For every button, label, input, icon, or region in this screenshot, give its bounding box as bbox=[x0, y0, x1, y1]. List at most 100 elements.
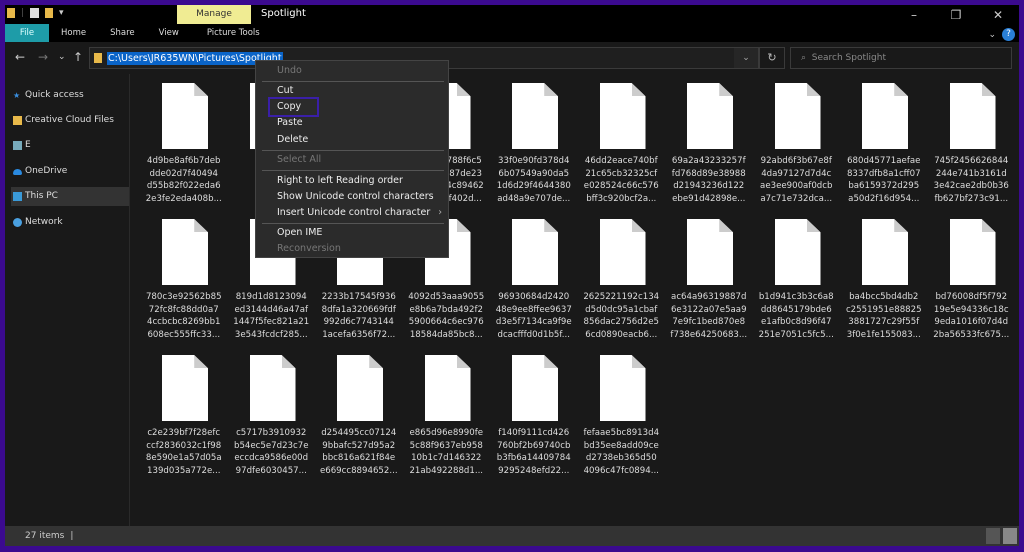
file-item[interactable]: 780c3e92562b85 72fc8fc88dd0a7 4ccbcbc8269b… bbox=[140, 219, 228, 355]
expand-ribbon-icon[interactable]: ⌄ bbox=[988, 30, 996, 40]
file-item[interactable]: 69a2a43233257f fd768d89e38988 d21943236d12… bbox=[665, 83, 753, 219]
navigation-bar: ← → ⌄ ↑ C:\Users\JR635WN\Pictures\Spotli… bbox=[5, 42, 1019, 74]
menu-item-undo[interactable]: Undo bbox=[256, 63, 448, 79]
cloud-icon bbox=[13, 169, 22, 175]
sidebar-item-e[interactable]: E bbox=[11, 136, 129, 155]
file-name-line: 48e9ee8ffee9637 bbox=[495, 304, 572, 315]
file-name-line: 8e590e1a57d05a bbox=[145, 453, 222, 463]
file-item[interactable]: bd76008df5f792 19e5e94336c18c 9eda1016f07d… bbox=[928, 219, 1016, 355]
search-input[interactable]: ⌕ Search Spotlight bbox=[790, 47, 1012, 69]
divider: | bbox=[21, 8, 25, 18]
file-item[interactable]: ba4bcc5bd4db2 c2551951e88825 3881727c29f55… bbox=[840, 219, 928, 355]
file-name-line: 46dd2eace740bf bbox=[584, 156, 658, 166]
file-item[interactable]: 46dd2eace740bf 21c65cb32325cf e028524c66c5… bbox=[578, 83, 666, 219]
sidebar-item-network[interactable]: Network bbox=[11, 213, 129, 232]
file-name-line: 244e741b3161d bbox=[935, 168, 1007, 179]
file-name: c5717b3910932 b54ec5e7d23c7e eccdca9586e00… bbox=[228, 427, 316, 477]
file-name-line: 4d9be8af6b7deb bbox=[147, 156, 221, 166]
help-icon[interactable]: ? bbox=[1002, 28, 1015, 41]
properties-icon[interactable] bbox=[30, 8, 40, 18]
file-item[interactable]: b1d941c3b3c6a8 dd8645179bde6 e1afb0c8d96f4… bbox=[753, 219, 841, 355]
sidebar-item-creative-cloud[interactable]: Creative Cloud Files bbox=[11, 111, 129, 130]
menu-item-paste[interactable]: Paste bbox=[256, 115, 448, 131]
menu-item-insert-unicode[interactable]: Insert Unicode control character › bbox=[256, 205, 448, 221]
chevron-down-icon[interactable]: ⌄ bbox=[734, 48, 758, 68]
tab-file[interactable]: File bbox=[5, 24, 49, 42]
menu-item-select-all[interactable]: Select All bbox=[256, 152, 448, 168]
file-icon bbox=[512, 355, 558, 421]
file-icon bbox=[249, 355, 296, 421]
menu-item-label: Insert Unicode control character bbox=[277, 207, 431, 218]
minimize-button[interactable]: – bbox=[893, 5, 935, 25]
file-name-line: 18584da85bc8... bbox=[409, 329, 483, 340]
menu-item-delete[interactable]: Delete bbox=[256, 132, 448, 148]
file-name-line: 8dfa1a320669fdf bbox=[321, 304, 396, 315]
customize-toolbar-icon[interactable]: ▾ bbox=[59, 8, 64, 18]
file-name-line: 2625221192c134 bbox=[583, 292, 660, 302]
sidebar-item-label: OneDrive bbox=[25, 166, 68, 176]
file-item[interactable]: 680d45771aefae 8337dfb8a1cff07 ba6159372d2… bbox=[840, 83, 928, 219]
menu-item-show-unicode[interactable]: Show Unicode control characters bbox=[256, 189, 448, 205]
tab-share[interactable]: Share bbox=[98, 24, 147, 42]
item-count: 27 items bbox=[25, 531, 65, 541]
tab-home[interactable]: Home bbox=[49, 24, 98, 42]
new-folder-icon[interactable] bbox=[45, 8, 54, 18]
file-name-line: bff3c920bcf2a... bbox=[586, 193, 657, 204]
file-name-line: 6b07549a90da5 bbox=[498, 168, 570, 179]
file-item[interactable]: 92abd6f3b67e8f 4da97127d7d4c ae3ee900af0dc… bbox=[753, 83, 841, 219]
file-item[interactable]: c2e239bf7f28efc ccf2836032c1f98 8e590e1a57… bbox=[140, 355, 228, 491]
file-name: 4092d53aaa9055 e8b6a7bda492f2 5900664c6ec9… bbox=[403, 291, 491, 341]
file-icon bbox=[162, 83, 208, 149]
file-item[interactable]: e865d96e8990fe 5c88f9637eb958 10b1c7d14632… bbox=[403, 355, 491, 491]
file-name-line: 97dfe6030457... bbox=[235, 465, 307, 476]
up-arrow-icon[interactable]: ↑ bbox=[73, 50, 83, 64]
forward-arrow-icon[interactable]: → bbox=[38, 50, 48, 64]
drive-icon bbox=[13, 141, 22, 150]
file-item[interactable]: d254495cc07124 9bbafc527d95a2 bbc816a621f8… bbox=[315, 355, 403, 491]
file-name-line: b54ec5e7d23c7e bbox=[234, 440, 309, 451]
file-item[interactable]: 33f0e90fd378d4 6b07549a90da5 1d6d29f464438… bbox=[490, 83, 578, 219]
file-item[interactable]: 2625221192c134 d5d0dc95a1cbaf 856dac2756d2… bbox=[578, 219, 666, 355]
file-name-line: 2ba56533fc675... bbox=[933, 329, 1010, 340]
file-name: 92abd6f3b67e8f 4da97127d7d4c ae3ee900af0dc… bbox=[753, 155, 841, 205]
sidebar-item-label: E bbox=[25, 140, 31, 150]
close-button[interactable]: ✕ bbox=[977, 5, 1019, 25]
file-name-line: e865d96e8990fe bbox=[409, 428, 484, 438]
file-name-line: ebe91d42898e... bbox=[672, 193, 746, 204]
sidebar-item-quick-access[interactable]: ★ Quick access bbox=[11, 86, 129, 105]
file-name-line: ae3ee900af0dcb bbox=[760, 181, 833, 191]
tab-manage[interactable]: Manage bbox=[177, 5, 251, 24]
file-item[interactable]: 4d9be8af6b7deb dde02d7f40494 d55b82f022eda… bbox=[140, 83, 228, 219]
tab-view[interactable]: View bbox=[147, 24, 191, 42]
large-icons-view-button[interactable] bbox=[1003, 528, 1017, 544]
sidebar-item-this-pc[interactable]: This PC bbox=[11, 187, 129, 206]
file-name-line: 3e42cae2db0b36 bbox=[933, 181, 1009, 191]
file-name-line: bd76008df5f792 bbox=[935, 292, 1008, 302]
file-name-line: a50d2f16d954... bbox=[848, 193, 920, 204]
restore-button[interactable]: ❐ bbox=[935, 5, 977, 25]
file-name-line: 21ab492288d1... bbox=[409, 465, 484, 476]
file-item[interactable]: 745f2456626844 244e741b3161d 3e42cae2db0b3… bbox=[928, 83, 1016, 219]
file-item[interactable]: ac64a96319887d 6e3122a07e5aa9 7e9fc1bed870… bbox=[665, 219, 753, 355]
file-icon bbox=[512, 83, 558, 149]
sidebar-item-onedrive[interactable]: OneDrive bbox=[11, 162, 129, 181]
file-name-line: 1d6d29f4644380 bbox=[496, 181, 571, 191]
menu-item-open-ime[interactable]: Open IME bbox=[256, 225, 448, 241]
menu-item-reconversion[interactable]: Reconversion bbox=[256, 241, 448, 257]
file-name: 819d1d8123094 ed3144d46a47af 1447f5fec821a… bbox=[228, 291, 316, 341]
search-icon: ⌕ bbox=[801, 53, 807, 63]
tab-picture-tools[interactable]: Picture Tools bbox=[195, 24, 272, 42]
back-arrow-icon[interactable]: ← bbox=[15, 50, 25, 64]
file-item[interactable]: fefaae5bc8913d4 bd35ee8add09ce d2738eb365d… bbox=[578, 355, 666, 491]
file-name-line: e1afb0c8d96f47 bbox=[760, 317, 832, 327]
menu-item-rtl-reading-order[interactable]: Right to left Reading order bbox=[256, 173, 448, 189]
file-name: bd76008df5f792 19e5e94336c18c 9eda1016f07d… bbox=[928, 291, 1016, 341]
recent-locations-chevron-icon[interactable]: ⌄ bbox=[58, 52, 66, 62]
file-item[interactable]: 96930684d2420 48e9ee8ffee9637 d3e5f7134ca9… bbox=[490, 219, 578, 355]
details-view-button[interactable] bbox=[986, 528, 1000, 544]
file-item[interactable]: f140f9111cd426 760bf2b69740cb b3fb6a144097… bbox=[490, 355, 578, 491]
file-name: e865d96e8990fe 5c88f9637eb958 10b1c7d14632… bbox=[403, 427, 491, 477]
file-name-line: 3e543fcdcf285... bbox=[234, 329, 308, 340]
refresh-button[interactable]: ↻ bbox=[759, 47, 785, 69]
file-item[interactable]: c5717b3910932 b54ec5e7d23c7e eccdca9586e00… bbox=[228, 355, 316, 491]
